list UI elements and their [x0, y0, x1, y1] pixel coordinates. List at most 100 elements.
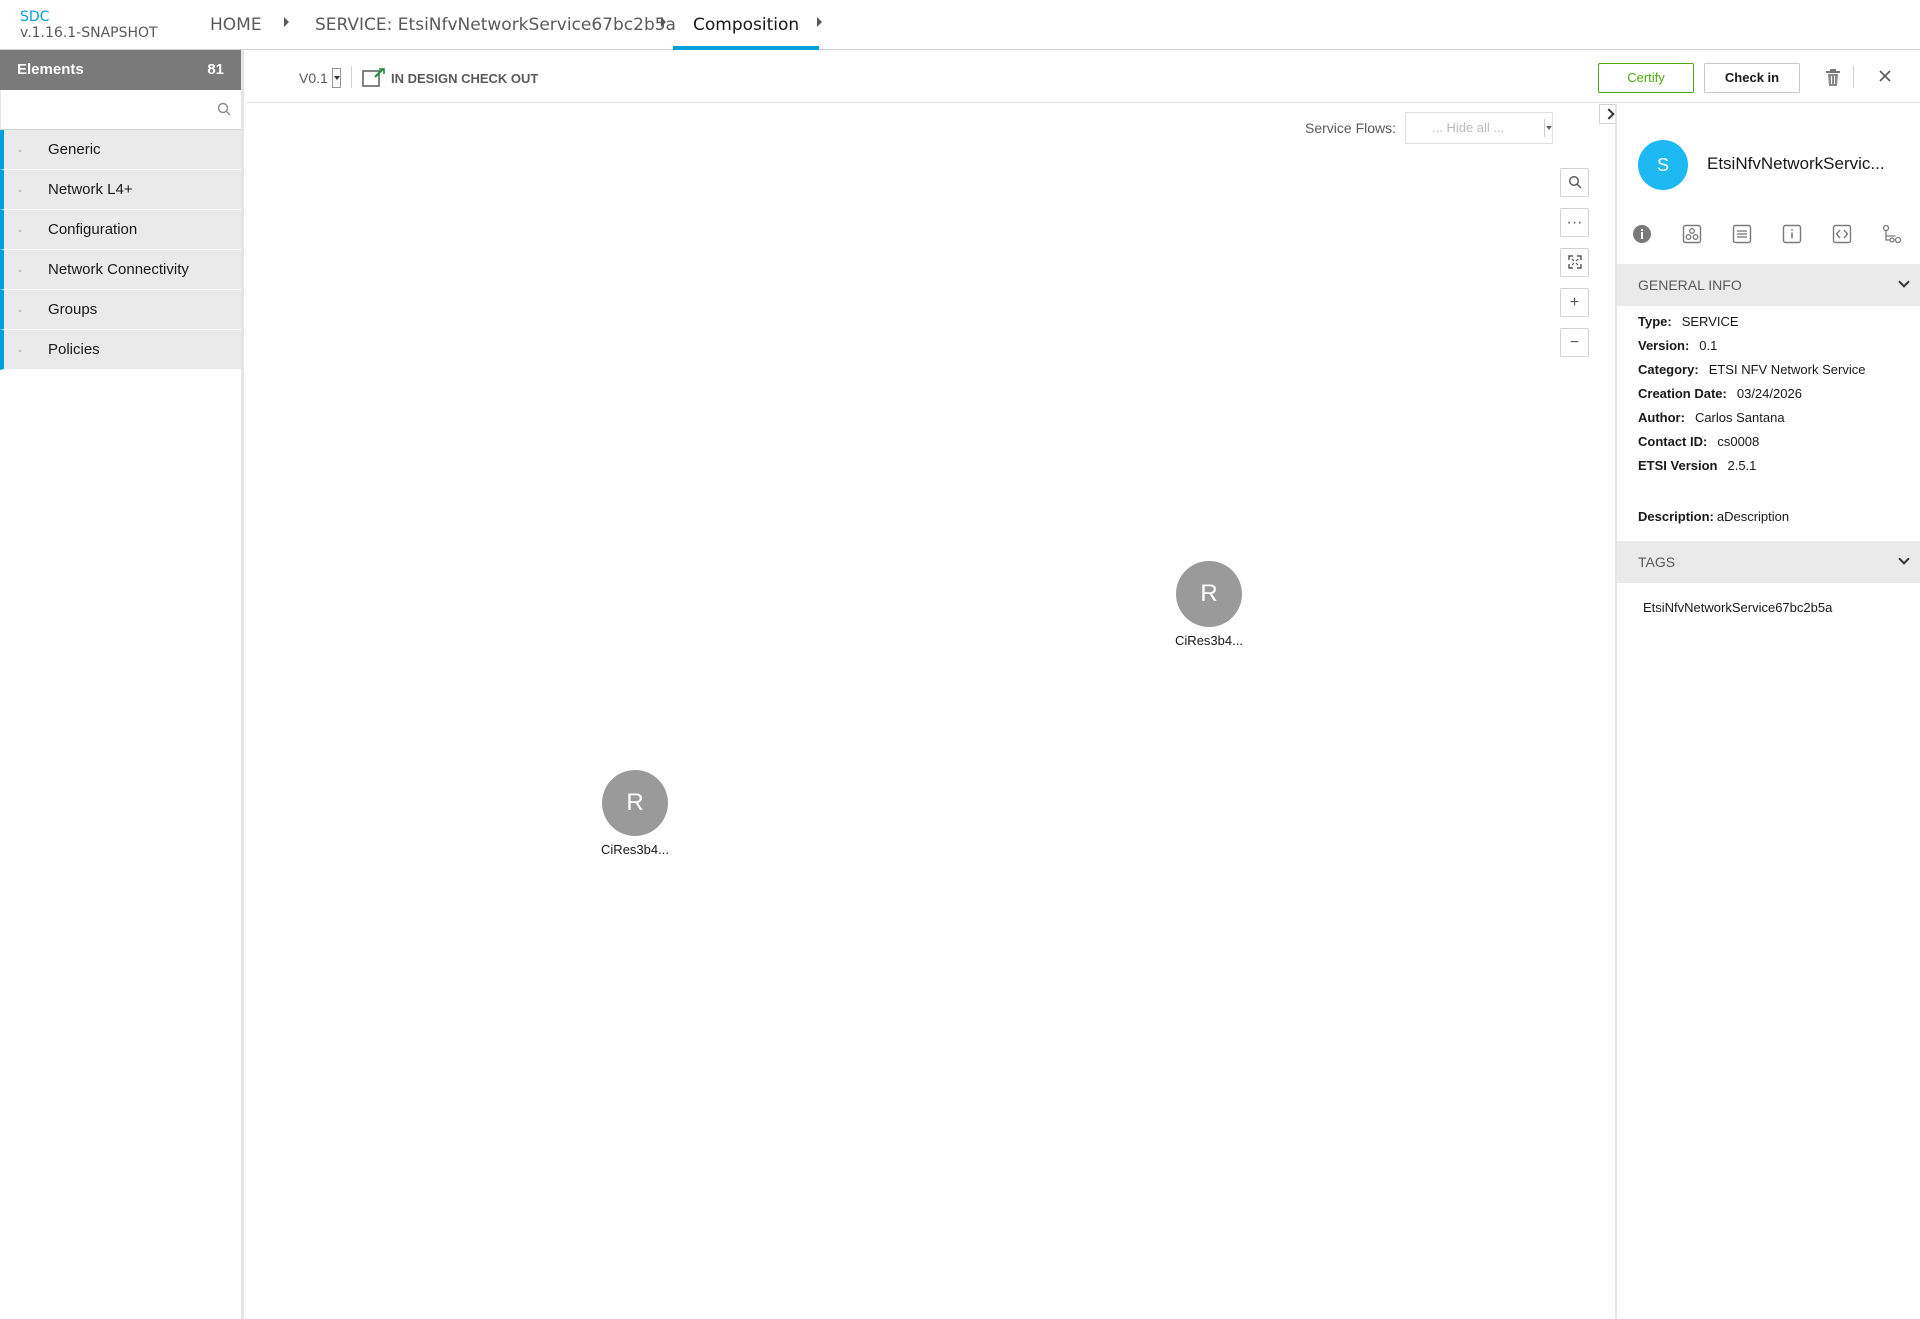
info-author: Author: Carlos Santana [1638, 410, 1785, 425]
app-logo[interactable]: SDC v.1.16.1-SNAPSHOT [20, 9, 158, 41]
palette-count: 81 [207, 61, 224, 78]
info-description: Description: aDescription [1638, 509, 1789, 524]
info-key: Author: [1638, 410, 1685, 425]
artifacts-icon [1682, 224, 1702, 249]
details-tabs [1617, 218, 1920, 254]
search-icon [1568, 175, 1582, 193]
action-bar: V0.1 IN DESIGN CHECK OUT Certify Check i… [247, 50, 1920, 103]
chevron-down-icon [1898, 276, 1910, 288]
app-version: v.1.16.1-SNAPSHOT [20, 25, 158, 41]
palette-group-label: Groups [48, 301, 98, 318]
collapse-marker: - [18, 303, 22, 317]
top-header: SDC v.1.16.1-SNAPSHOT HOME SERVICE: Etsi… [0, 0, 1920, 50]
palette-search-input[interactable] [1, 90, 241, 129]
lifecycle-status: IN DESIGN CHECK OUT [391, 71, 539, 86]
tab-deployment-artifacts[interactable] [1667, 218, 1717, 254]
palette-group-generic[interactable]: - Generic [0, 130, 241, 170]
palette-group-network-l4[interactable]: - Network L4+ [0, 170, 241, 210]
search-icon[interactable] [217, 102, 231, 121]
properties-icon [1782, 224, 1802, 249]
service-flows-label: Service Flows: [1305, 120, 1397, 136]
fit-to-screen-button[interactable] [1560, 248, 1589, 277]
palette-group-label: Configuration [48, 221, 138, 238]
palette-group-label: Network Connectivity [48, 261, 189, 278]
collapse-marker: - [18, 183, 22, 197]
node-label: CiRes3b4... [601, 842, 669, 857]
avatar: S [1638, 140, 1688, 190]
info-value: 2.5.1 [1727, 458, 1757, 473]
breadcrumb-composition[interactable]: Composition [672, 0, 820, 50]
close-icon[interactable] [1878, 69, 1892, 88]
plus-icon: + [1569, 294, 1580, 311]
info-key: Version: [1638, 338, 1690, 353]
general-info-header[interactable]: GENERAL INFO [1617, 264, 1920, 306]
tags-header[interactable]: TAGS [1617, 541, 1920, 583]
info-value: SERVICE [1681, 314, 1739, 329]
tag-item: EtsiNfvNetworkService67bc2b5a [1643, 600, 1833, 615]
node-label: CiRes3b4... [1175, 633, 1243, 648]
info-key: Creation Date: [1638, 386, 1727, 401]
general-info-title: GENERAL INFO [1638, 277, 1742, 293]
palette-group-label: Policies [48, 341, 100, 358]
tab-information-artifacts[interactable] [1717, 218, 1767, 254]
tab-relations[interactable] [1867, 218, 1917, 254]
chevron-down-icon [1544, 119, 1552, 137]
tab-general-info[interactable] [1617, 218, 1667, 254]
collapse-marker: - [18, 263, 22, 277]
minus-icon: − [1569, 334, 1580, 351]
version-dropdown-caret-icon[interactable] [332, 68, 341, 88]
node-circle[interactable]: R [1176, 561, 1242, 627]
service-flows-select[interactable]: ... Hide all ... [1405, 112, 1553, 144]
info-key: Category: [1638, 362, 1699, 377]
canvas-node[interactable]: R CiRes3b4... [590, 770, 680, 857]
zoom-in-button[interactable]: + [1560, 288, 1589, 317]
info-key: Contact ID: [1638, 434, 1708, 449]
info-value: Carlos Santana [1694, 410, 1785, 425]
composition-canvas[interactable]: Service Flows: ... Hide all ... ··· + − … [247, 104, 1615, 1319]
tab-properties[interactable] [1767, 218, 1817, 254]
version-select[interactable]: V0.1 [299, 70, 328, 86]
palette-group-groups[interactable]: - Groups [0, 290, 241, 330]
checkout-status-icon [362, 68, 386, 93]
info-category: Category: ETSI NFV Network Service [1638, 362, 1865, 377]
info-contact-id: Contact ID: cs0008 [1638, 434, 1759, 449]
tags-title: TAGS [1638, 554, 1676, 570]
service-flows-value: ... Hide all ... [1432, 120, 1505, 135]
tab-api[interactable] [1817, 218, 1867, 254]
breadcrumb-arrow-icon[interactable] [817, 17, 822, 27]
node-circle[interactable]: R [602, 770, 668, 836]
document-icon [1732, 224, 1752, 249]
search-canvas-button[interactable] [1560, 168, 1589, 197]
info-value: ETSI NFV Network Service [1708, 362, 1866, 377]
certify-button[interactable]: Certify [1598, 63, 1694, 93]
info-key: ETSI Version [1638, 458, 1718, 473]
trash-icon[interactable] [1825, 69, 1841, 92]
info-value: aDescription [1716, 509, 1790, 524]
info-key: Type: [1638, 314, 1672, 329]
collapse-marker: - [18, 343, 22, 357]
palette-group-policies[interactable]: - Policies [0, 330, 241, 370]
divider [351, 66, 352, 88]
details-panel: S EtsiNfvNetworkServic... GENERAL INFO T… [1615, 104, 1920, 1319]
chevron-down-icon [1898, 553, 1910, 565]
palette-group-network-connectivity[interactable]: - Network Connectivity [0, 250, 241, 290]
canvas-node[interactable]: R CiRes3b4... [1164, 561, 1254, 648]
info-value: 03/24/2026 [1736, 386, 1802, 401]
code-icon [1832, 224, 1852, 249]
info-value: 0.1 [1699, 338, 1718, 353]
info-value: cs0008 [1717, 434, 1760, 449]
palette-header: Elements 81 [0, 50, 241, 90]
zoom-out-button[interactable]: − [1560, 328, 1589, 357]
check-in-button[interactable]: Check in [1704, 63, 1800, 93]
breadcrumb-arrow-icon[interactable] [284, 17, 289, 27]
more-icon: ··· [1566, 214, 1583, 231]
more-options-button[interactable]: ··· [1560, 208, 1589, 237]
divider [1853, 66, 1854, 88]
info-version: Version: 0.1 [1638, 338, 1717, 353]
breadcrumb-home[interactable]: HOME [210, 0, 262, 50]
breadcrumb-service[interactable]: SERVICE: EtsiNfvNetworkService67bc2b5a [315, 0, 676, 50]
palette-title: Elements [17, 61, 84, 78]
breadcrumb-arrow-icon[interactable] [661, 17, 666, 27]
palette-group-configuration[interactable]: - Configuration [0, 210, 241, 250]
palette-group-label: Network L4+ [48, 181, 133, 198]
